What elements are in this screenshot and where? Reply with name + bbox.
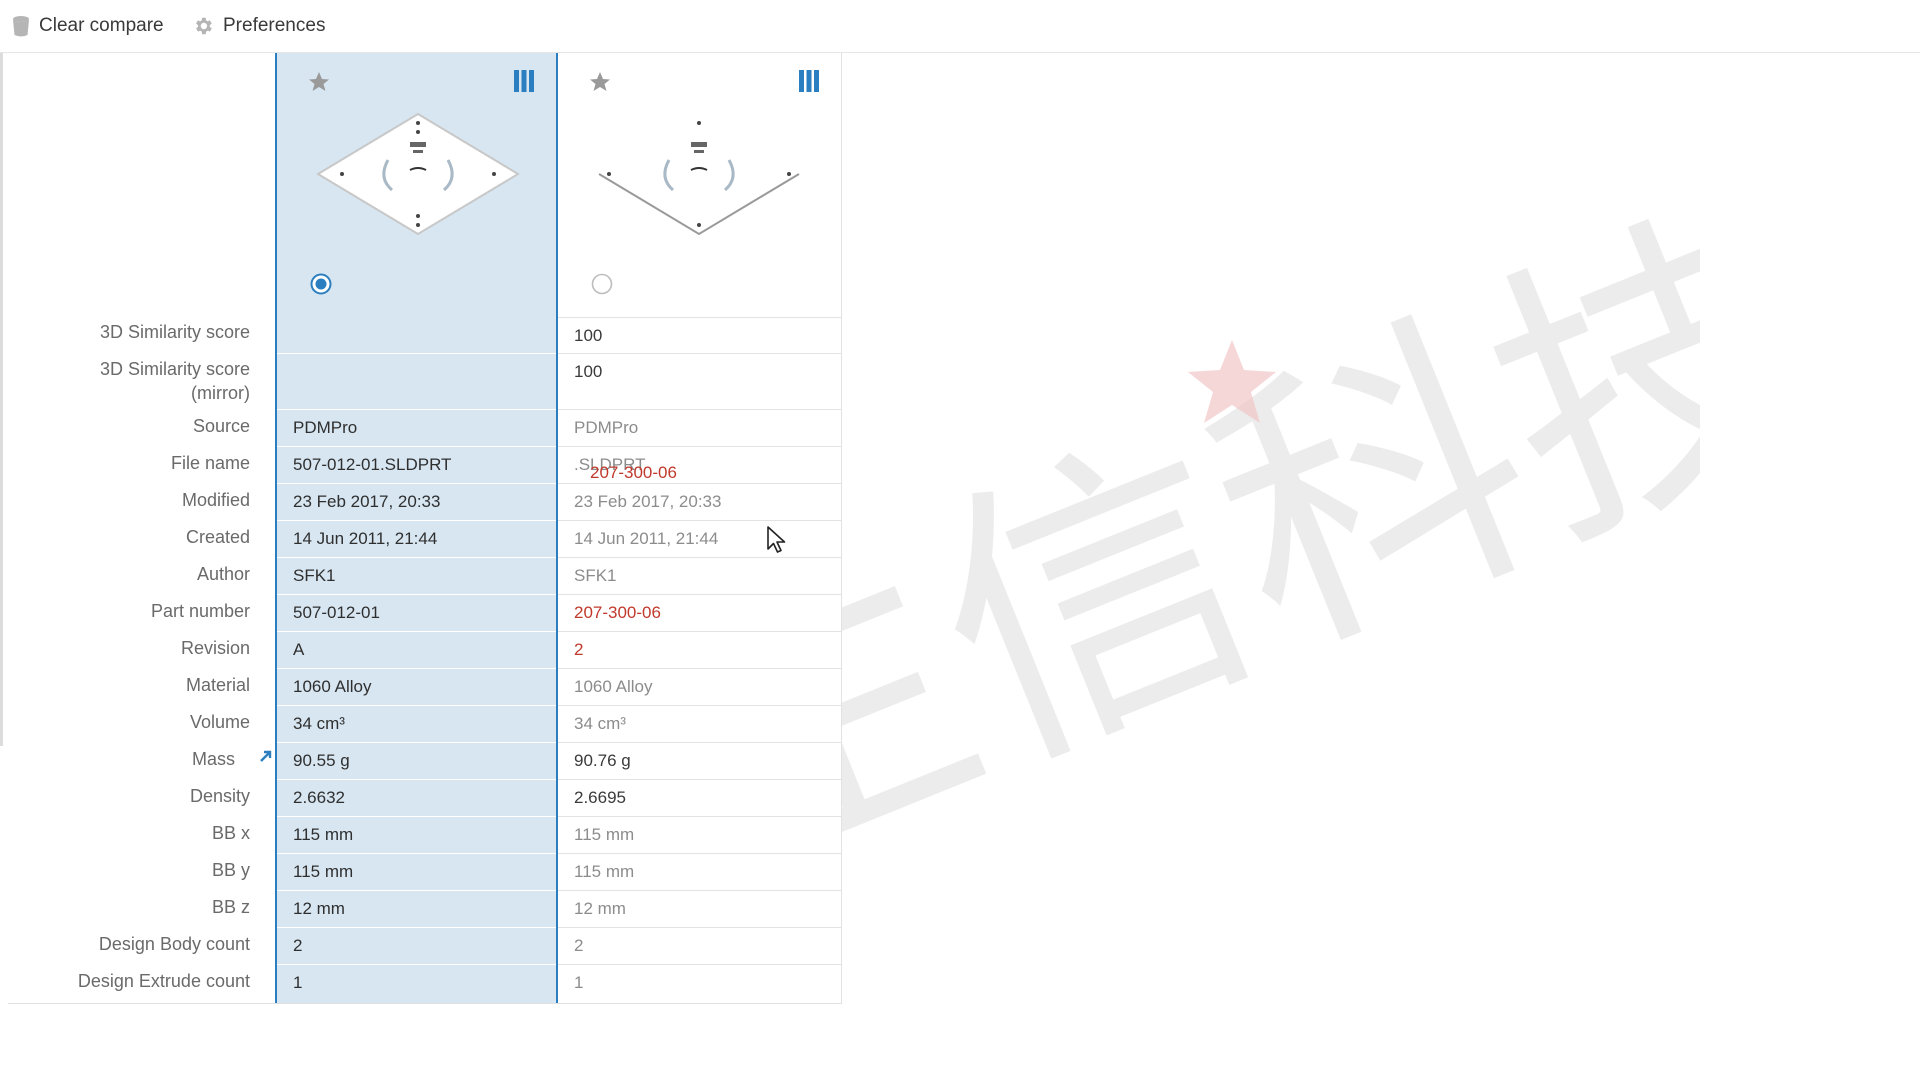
label-author: Author <box>196 564 250 584</box>
star-icon[interactable] <box>307 70 331 94</box>
c1-source: PDMPro <box>277 410 556 447</box>
c2-source: PDMPro <box>558 410 841 447</box>
c1-modified: 23 Feb 2017, 20:33 <box>277 484 556 521</box>
label-part-number: Part number <box>150 601 250 621</box>
c1-design-extrude-count: 1 <box>293 973 303 992</box>
c2-3d-similarity: 100 <box>558 317 841 354</box>
c1-created: 14 Jun 2011, 21:44 <box>277 521 556 558</box>
c1-design-body-count: 2 <box>277 928 556 965</box>
label-bb-x: BB x <box>211 823 250 843</box>
toolbar: Clear compare Preferences <box>0 0 1920 53</box>
c1-file-name: 507-012-01.SLDPRT <box>277 447 556 484</box>
c1-author: SFK1 <box>277 558 556 595</box>
c2-bb-y: 115 mm <box>558 854 841 891</box>
label-material: Material <box>185 675 250 695</box>
reference-radio[interactable] <box>310 273 332 295</box>
c2-file-name: 207-300-06 .SLDPRT <box>558 447 841 484</box>
columns-icon[interactable] <box>799 70 819 92</box>
star-icon[interactable] <box>588 70 612 94</box>
label-design-extrude-count: Design Extrude count <box>77 971 250 991</box>
c1-volume: 34 cm³ <box>277 706 556 743</box>
label-3d-similarity-mirror: 3D Similarity score (mirror) <box>99 359 250 403</box>
reference-radio[interactable] <box>591 273 613 295</box>
label-density: Density <box>189 786 250 806</box>
compare-column-2: 100 100 PDMPro 207-300-06 .SLDPRT 23 Feb … <box>558 53 842 1003</box>
compare-column-1: PDMPro 507-012-01.SLDPRT 23 Feb 2017, 20… <box>275 53 558 1003</box>
c1-bb-x: 115 mm <box>277 817 556 854</box>
c1-density: 2.6632 <box>277 780 556 817</box>
c1-3d-similarity <box>277 317 556 354</box>
c1-3d-similarity-mirror <box>277 354 556 410</box>
columns-icon[interactable] <box>514 70 534 92</box>
label-mass: Mass <box>191 749 235 769</box>
arrow-up-right-icon[interactable] <box>259 749 273 763</box>
c2-created: 14 Jun 2011, 21:44 <box>558 521 841 558</box>
c2-file-name-diff: 207-300-06 <box>590 463 677 482</box>
watermark-star-icon <box>1188 340 1276 423</box>
label-3d-similarity: 3D Similarity score <box>99 322 250 342</box>
label-bb-z: BB z <box>211 897 250 917</box>
c1-bb-z: 12 mm <box>277 891 556 928</box>
part-thumbnail[interactable] <box>312 108 524 243</box>
c2-density: 2.6695 <box>558 780 841 817</box>
c2-3d-similarity-mirror: 100 <box>558 354 841 410</box>
c2-bb-z: 12 mm <box>558 891 841 928</box>
label-bb-y: BB y <box>211 860 250 880</box>
c2-author: SFK1 <box>558 558 841 595</box>
c2-modified: 23 Feb 2017, 20:33 <box>558 484 841 521</box>
c2-material: 1060 Alloy <box>558 669 841 706</box>
label-file-name: File name <box>170 453 250 473</box>
c2-design-body-count: 2 <box>558 928 841 965</box>
c2-mass: 90.76 g <box>558 743 841 780</box>
c2-design-extrude-count: 1 <box>574 973 584 992</box>
label-design-body-count: Design Body count <box>98 934 250 954</box>
left-edge-divider <box>0 53 3 746</box>
c2-volume: 34 cm³ <box>558 706 841 743</box>
c2-bb-x: 115 mm <box>558 817 841 854</box>
label-created: Created <box>185 527 250 547</box>
c1-material: 1060 Alloy <box>277 669 556 706</box>
label-modified: Modified <box>181 490 250 510</box>
c2-part-number: 207-300-06 <box>558 595 841 632</box>
label-source: Source <box>192 416 250 436</box>
c1-mass: 90.55 g <box>277 743 556 780</box>
c1-revision: A <box>277 632 556 669</box>
label-volume: Volume <box>189 712 250 732</box>
c1-bb-y: 115 mm <box>277 854 556 891</box>
mouse-cursor-icon <box>767 526 786 553</box>
label-revision: Revision <box>180 638 250 658</box>
c1-part-number: 507-012-01 <box>277 595 556 632</box>
part-thumbnail[interactable] <box>593 108 805 243</box>
table-bottom-border <box>8 1003 842 1004</box>
property-labels: 3D Similarity score 3D Similarity score … <box>8 0 273 1003</box>
c2-revision: 2 <box>558 632 841 669</box>
